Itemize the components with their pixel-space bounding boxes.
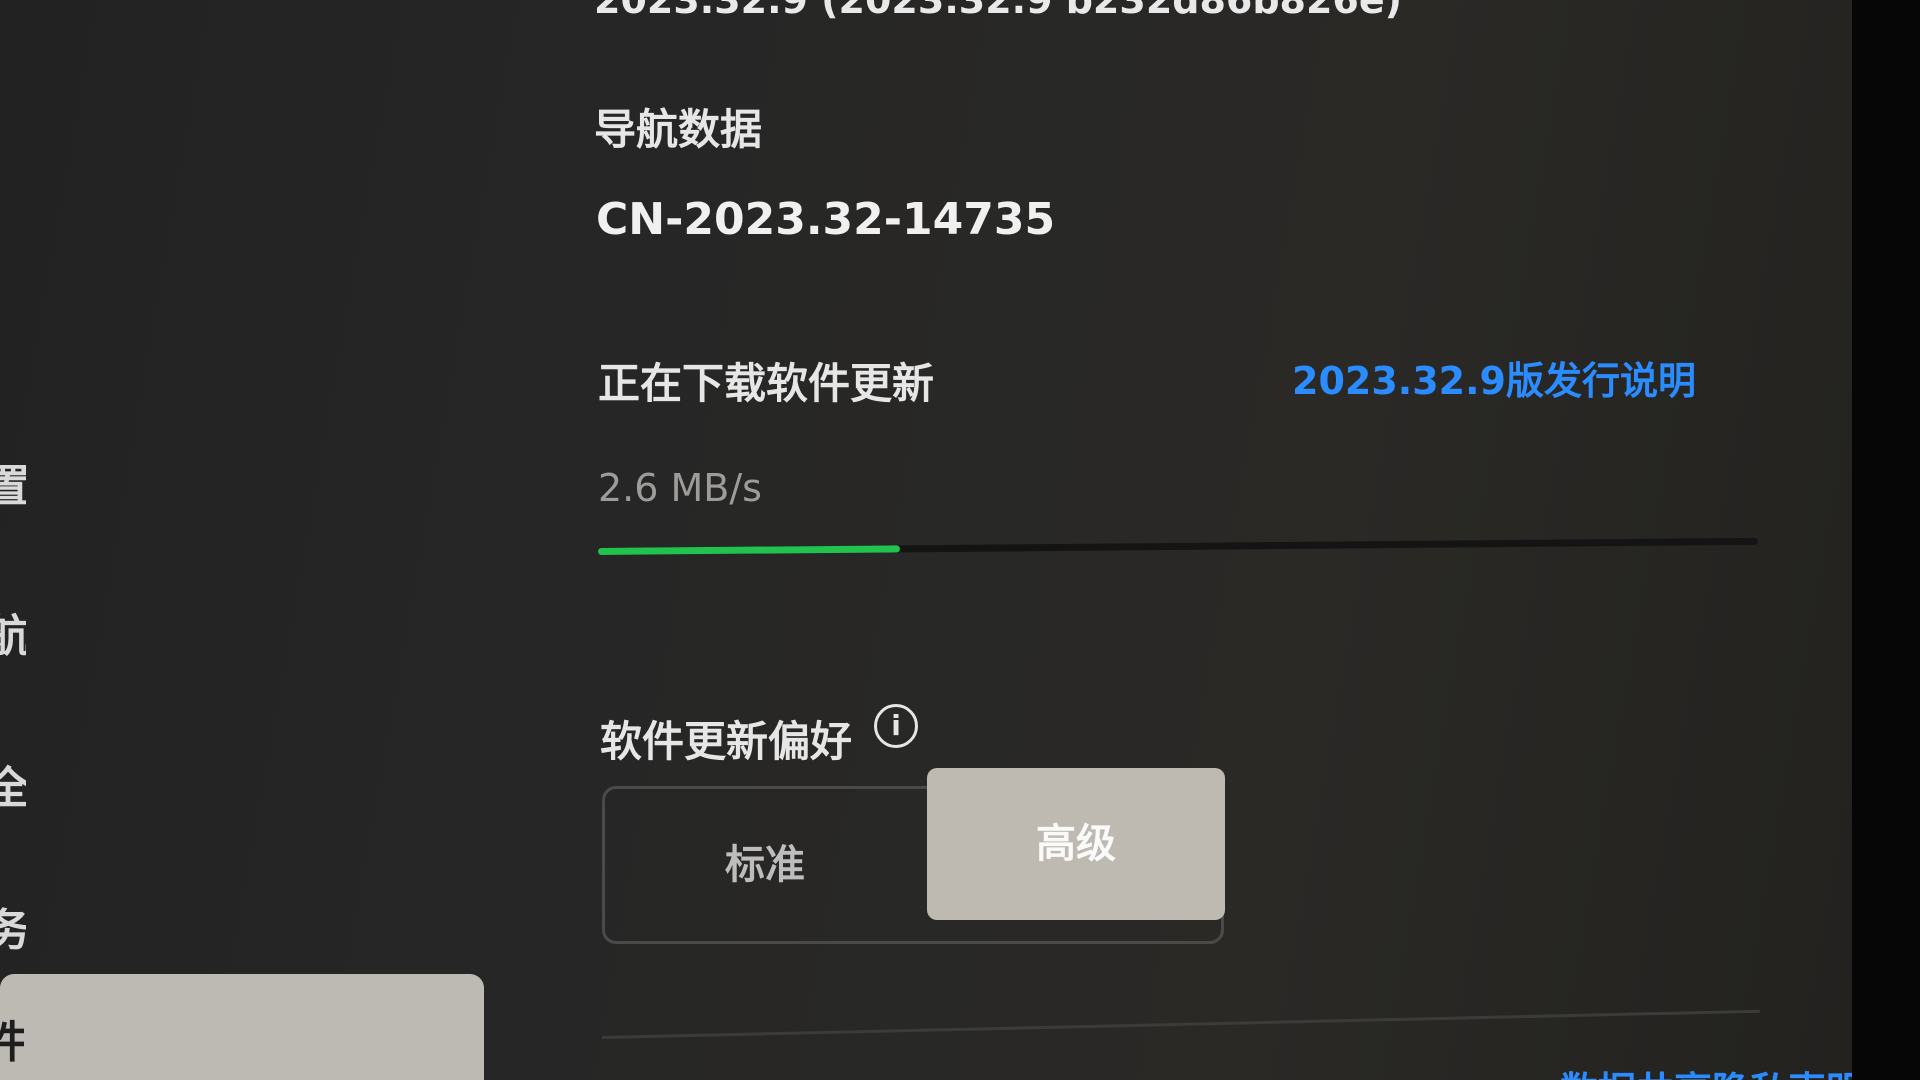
option-standard-button[interactable]: 标准 xyxy=(605,789,925,941)
sidebar-item-2[interactable]: 航 xyxy=(0,600,26,664)
touchscreen-display: 置 航 全 务 件 2023.32.9 (2023.32.9 b232d86b8… xyxy=(0,0,1852,1080)
sidebar-item-label: 置 xyxy=(0,461,26,512)
sidebar-item-4[interactable]: 务 xyxy=(0,894,26,958)
info-icon[interactable]: i xyxy=(874,704,918,748)
section-divider xyxy=(601,1009,1760,1039)
download-progress-bar xyxy=(597,537,1758,555)
release-notes-link[interactable]: 2023.32.9版发行说明 xyxy=(1292,350,1696,405)
navigation-data-label: 导航数据 xyxy=(594,105,763,154)
sidebar-item-software-selected[interactable]: 件 xyxy=(0,974,484,1080)
sidebar-item-label: 件 xyxy=(0,1017,24,1068)
screen-bezel xyxy=(1852,0,1920,1080)
privacy-statement-link[interactable]: 数据共享隐私声明 xyxy=(1560,1060,1852,1080)
navigation-data-value: CN-2023.32-14735 xyxy=(596,194,1056,245)
sidebar-item-label: 务 xyxy=(0,905,26,956)
sidebar-item-label: 航 xyxy=(0,611,26,662)
download-speed: 2.6 MB/s xyxy=(598,466,762,510)
sidebar-item-3[interactable]: 全 xyxy=(0,752,26,816)
software-version: 2023.32.9 (2023.32.9 b232d86b826e) xyxy=(594,0,1403,22)
sidebar-item-label: 全 xyxy=(0,763,26,814)
settings-sidebar: 置 航 全 务 件 xyxy=(0,0,500,1080)
update-preference-label: 软件更新偏好 xyxy=(600,717,853,766)
option-advanced-button[interactable]: 高级 xyxy=(927,768,1225,920)
sidebar-item-1[interactable]: 置 xyxy=(0,450,26,514)
update-preference-toggle: 标准 高级 xyxy=(602,768,1225,944)
update-status-label: 正在下载软件更新 xyxy=(598,359,935,408)
download-progress-fill xyxy=(597,545,900,555)
